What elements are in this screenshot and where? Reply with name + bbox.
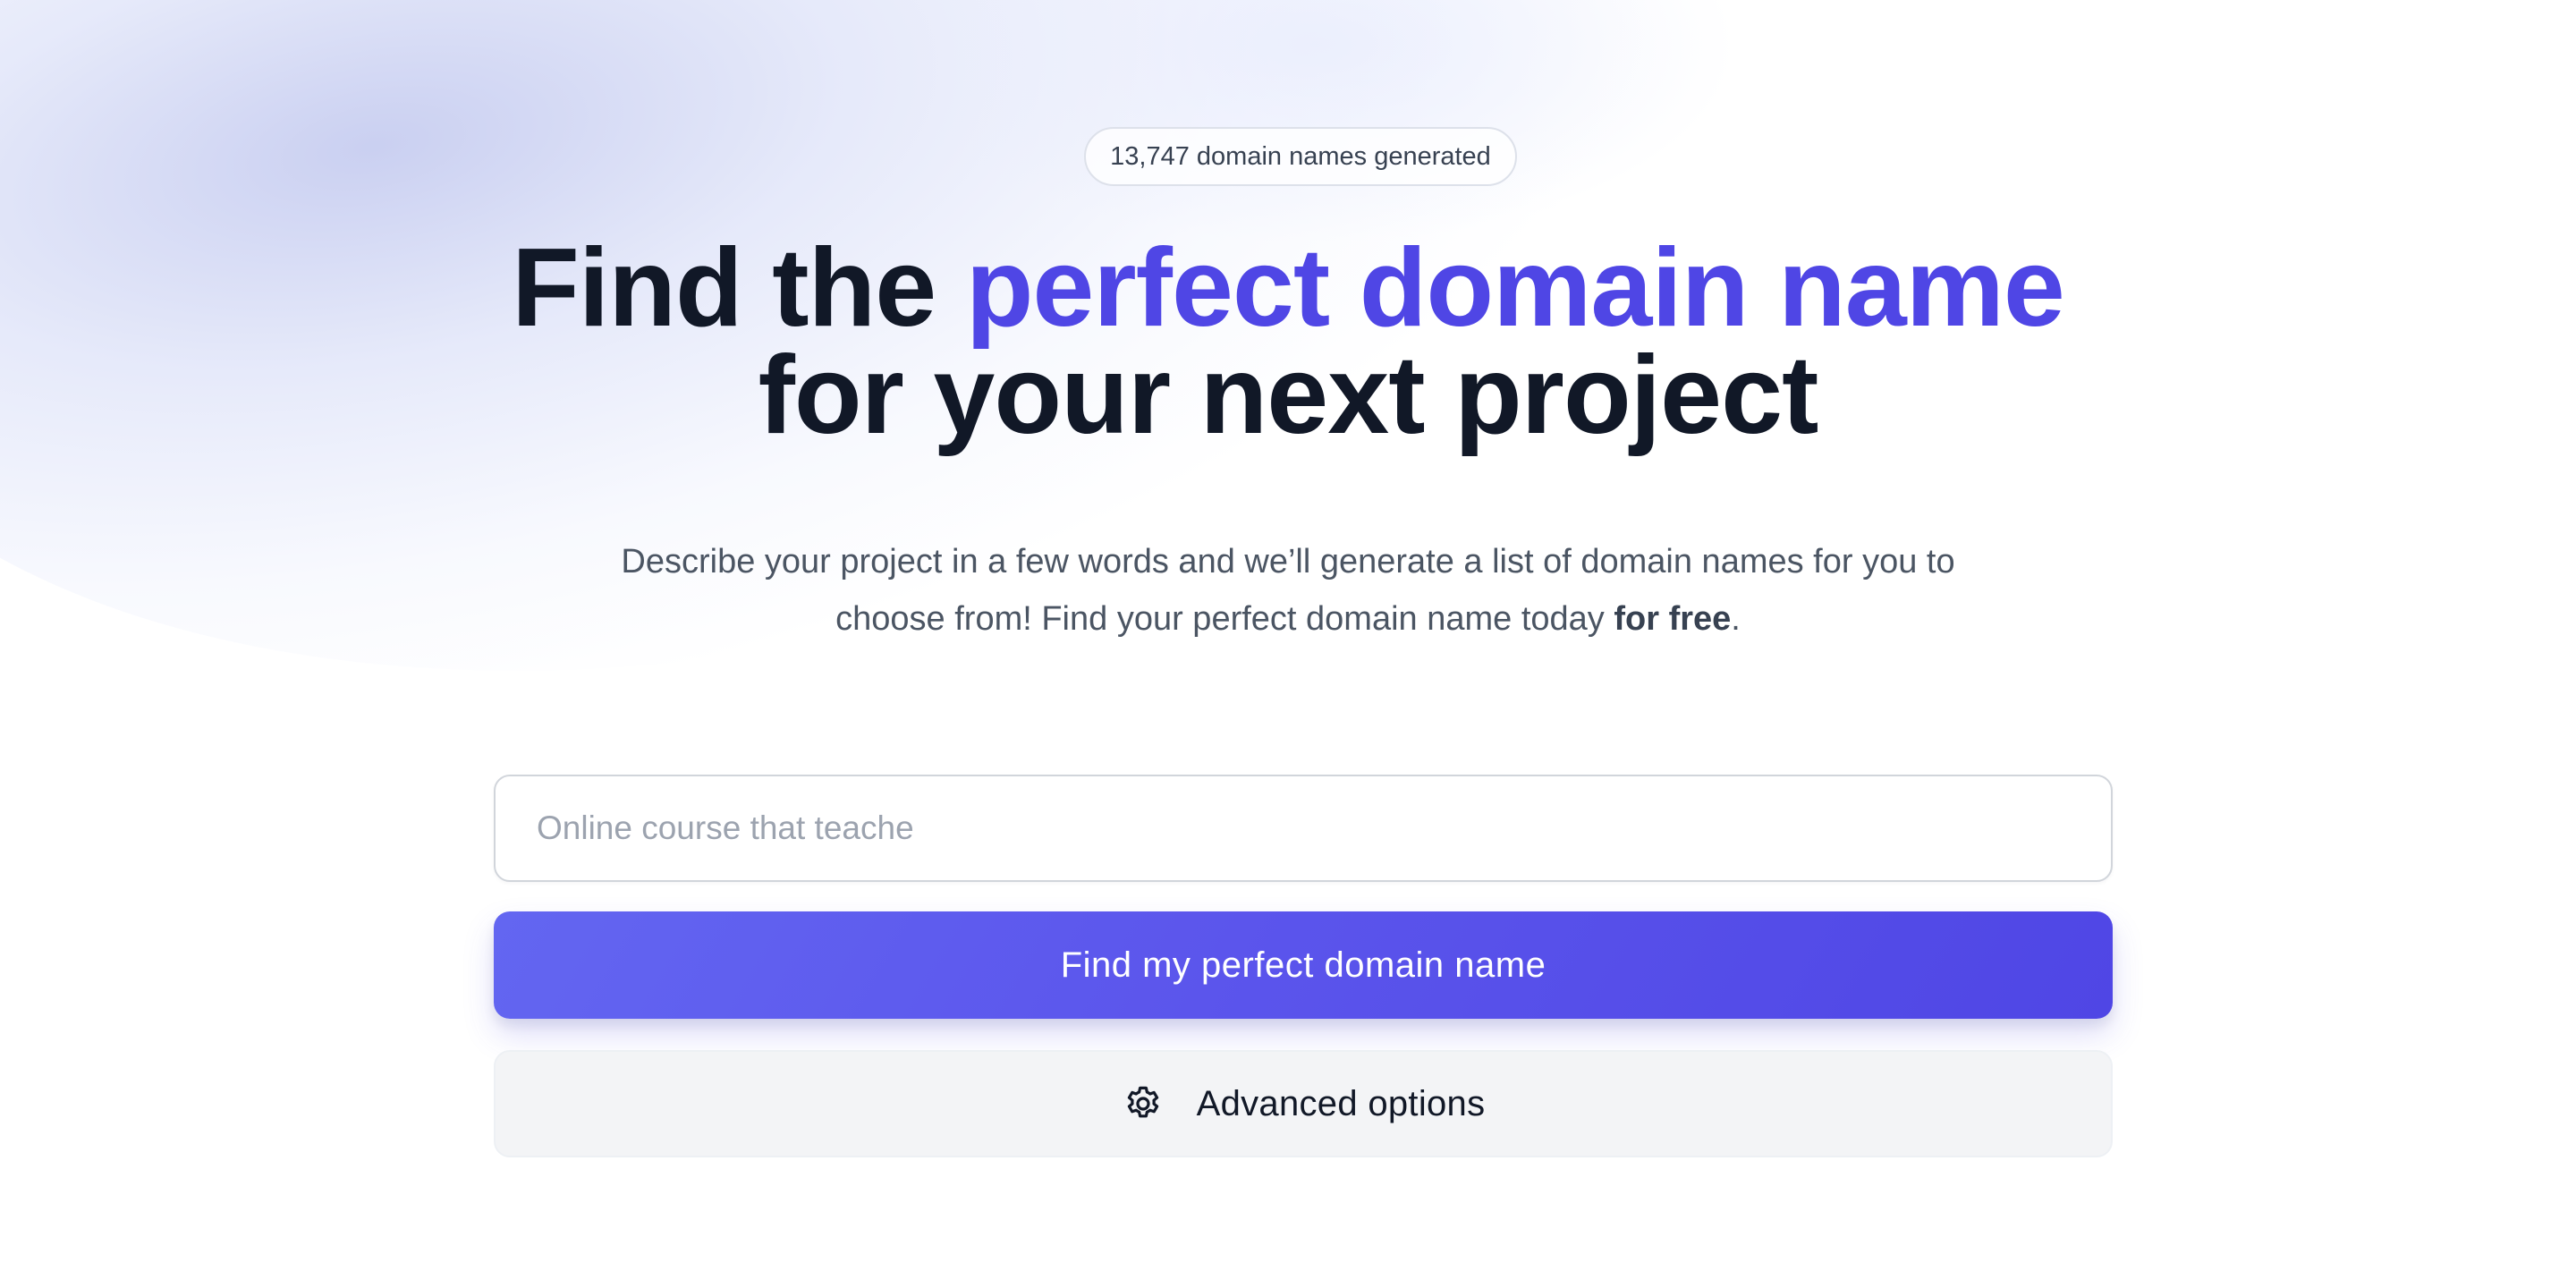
page-title-accent: perfect domain name [965, 226, 2065, 350]
hero-description-bold: for free [1614, 600, 1732, 638]
advanced-options-label: Advanced options [1196, 1083, 1486, 1123]
gear-icon [1122, 1082, 1165, 1125]
hero-description-line-2-start: choose from! Find your perfect domain na… [835, 600, 1614, 638]
page-title: Find the perfect domain name for your ne… [394, 233, 2182, 457]
hero-description-line-2-end: . [1731, 600, 1741, 638]
advanced-options-button[interactable]: Advanced options [494, 1050, 2113, 1157]
page-title-line-1: Find the perfect domain name [394, 233, 2182, 343]
hero-description-line-1: Describe your project in a few words and… [621, 543, 1955, 580]
find-domain-button[interactable]: Find my perfect domain name [494, 911, 2113, 1019]
landing-page: 13,747 domain names generated Find the p… [0, 0, 2576, 1288]
hero-description: Describe your project in a few words and… [483, 533, 2093, 648]
hero-section: 13,747 domain names generated Find the p… [0, 0, 2576, 1288]
page-title-prefix: Find the [512, 226, 966, 350]
project-description-input[interactable] [494, 775, 2113, 882]
page-title-line-2: for your next project [758, 334, 1819, 457]
generated-count-badge: 13,747 domain names generated [1084, 127, 1517, 186]
